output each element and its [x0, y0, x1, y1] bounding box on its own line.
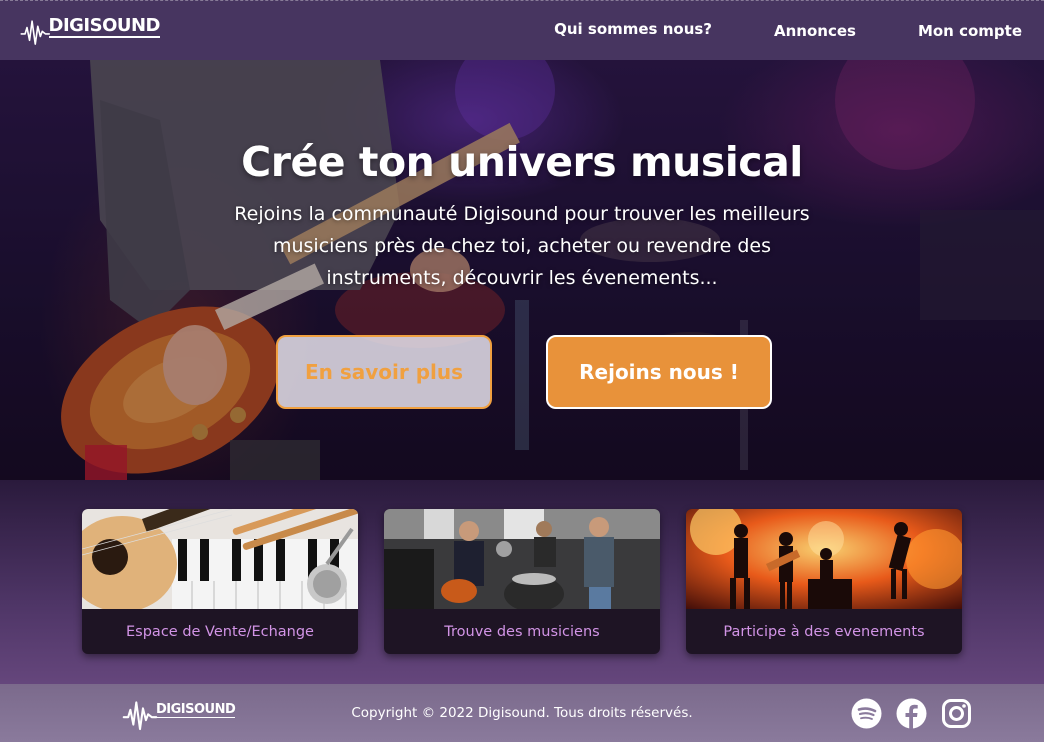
- instagram-icon[interactable]: [941, 698, 972, 729]
- spotify-icon[interactable]: [851, 698, 882, 729]
- hero-subtitle: Rejoins la communauté Digisound pour tro…: [234, 203, 810, 289]
- card-musicians[interactable]: Trouve des musiciens: [384, 509, 660, 654]
- concert-image: [686, 509, 962, 609]
- hero-section: Crée ton univers musical Rejoins la comm…: [0, 60, 1044, 480]
- join-button[interactable]: Rejoins nous !: [546, 335, 772, 409]
- site-header: DIGISOUND Qui sommes nous? Annonces Mon …: [0, 0, 1044, 60]
- card-label: Trouve des musiciens: [444, 623, 600, 640]
- nav-listings[interactable]: Annonces: [774, 22, 856, 40]
- learn-more-button[interactable]: En savoir plus: [276, 335, 492, 409]
- main-nav: Qui sommes nous? Annonces Mon compte: [554, 1, 1022, 61]
- social-links: [851, 698, 972, 729]
- instruments-image: [82, 509, 358, 609]
- features-section: Espace de Vente/Echange Trouve des music…: [0, 480, 1044, 684]
- site-footer: DIGISOUND Copyright © 2022 Digisound. To…: [0, 684, 1044, 742]
- musicians-image: [384, 509, 660, 609]
- nav-account[interactable]: Mon compte: [918, 22, 1022, 40]
- card-events[interactable]: Participe à des evenements: [686, 509, 962, 654]
- card-marketplace[interactable]: Espace de Vente/Echange: [82, 509, 358, 654]
- card-label: Participe à des evenements: [723, 623, 925, 640]
- soundwave-logo-icon: [20, 20, 51, 45]
- card-label: Espace de Vente/Echange: [126, 623, 314, 640]
- nav-about[interactable]: Qui sommes nous?: [554, 20, 712, 38]
- hero-title: Crée ton univers musical: [241, 138, 803, 186]
- logo-text: DIGISOUND: [48, 15, 160, 38]
- facebook-icon[interactable]: [896, 698, 927, 729]
- site-logo[interactable]: DIGISOUND: [20, 9, 160, 55]
